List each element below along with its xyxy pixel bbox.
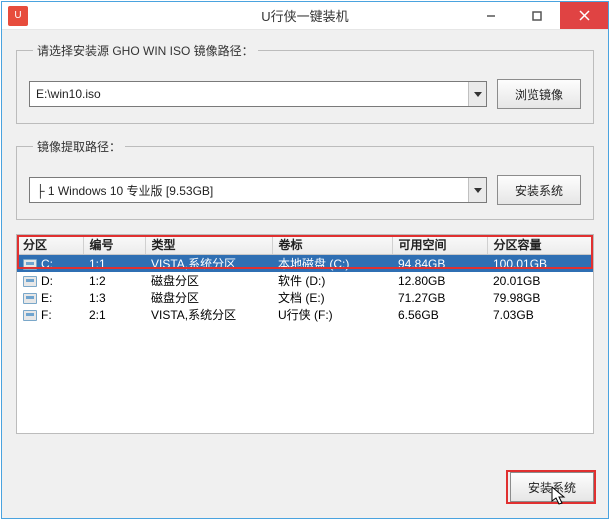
table-cell: D:	[17, 272, 83, 289]
chevron-down-icon	[468, 82, 486, 106]
extract-group: 镜像提取路径： ├ 1 Windows 10 专业版 [9.53GB] 安装系统	[16, 138, 594, 220]
table-cell: 100.01GB	[487, 255, 593, 273]
cell-free: 12.80GB	[398, 274, 445, 288]
cell-capacity: 100.01GB	[493, 257, 547, 271]
partition-table[interactable]: 分区 编号 类型 卷标 可用空间 分区容量 C: 1:1 VISTA,系统分区 本地磁…	[17, 235, 593, 323]
install-system-button-top[interactable]: 安装系统	[497, 175, 581, 205]
cell-label: 文档 (E:)	[278, 291, 325, 305]
table-cell: 71.27GB	[392, 289, 487, 306]
table-row[interactable]: D: 1:2 磁盘分区 软件 (D:) 12.80GB 20.01GB	[17, 272, 593, 289]
minimize-button[interactable]	[468, 2, 514, 29]
table-row[interactable]: C: 1:1 VISTA,系统分区 本地磁盘 (C:) 94.84GB 100.01GB	[17, 255, 593, 273]
table-cell: 1:1	[83, 255, 145, 273]
cell-type: VISTA,系统分区	[151, 257, 236, 271]
cell-type: 磁盘分区	[151, 274, 199, 288]
cell-index: 1:1	[89, 257, 106, 271]
drive-icon	[23, 310, 37, 321]
drive-icon	[23, 259, 37, 270]
table-cell: 软件 (D:)	[272, 272, 392, 289]
app-icon-glyph: U	[14, 10, 21, 21]
install-system-label: 安装系统	[528, 479, 576, 496]
drive-icon	[23, 293, 37, 304]
cell-type: VISTA,系统分区	[151, 308, 236, 322]
col-capacity[interactable]: 分区容量	[487, 235, 593, 255]
source-path-combo[interactable]: E:\win10.iso	[29, 81, 487, 107]
extract-edition-combo[interactable]: ├ 1 Windows 10 专业版 [9.53GB]	[29, 177, 487, 203]
table-cell: 1:3	[83, 289, 145, 306]
install-system-button[interactable]: 安装系统	[510, 472, 594, 502]
col-label[interactable]: 卷标	[272, 235, 392, 255]
cell-type: 磁盘分区	[151, 291, 199, 305]
extract-edition-value: ├ 1 Windows 10 专业版 [9.53GB]	[30, 182, 468, 199]
footer: 安装系统	[510, 472, 594, 502]
col-type[interactable]: 类型	[145, 235, 272, 255]
table-cell: 20.01GB	[487, 272, 593, 289]
browse-image-label: 浏览镜像	[515, 86, 563, 103]
table-cell: VISTA,系统分区	[145, 306, 272, 323]
partition-table-container: 分区 编号 类型 卷标 可用空间 分区容量 C: 1:1 VISTA,系统分区 本地磁…	[16, 234, 594, 434]
cell-label: 本地磁盘 (C:)	[278, 257, 349, 271]
minimize-icon	[486, 11, 496, 21]
table-cell: 1:2	[83, 272, 145, 289]
drive-icon	[23, 276, 37, 287]
maximize-button[interactable]	[514, 2, 560, 29]
cell-free: 71.27GB	[398, 291, 445, 305]
browse-image-button[interactable]: 浏览镜像	[497, 79, 581, 109]
col-partition[interactable]: 分区	[17, 235, 83, 255]
cell-label: 软件 (D:)	[278, 274, 325, 288]
col-free[interactable]: 可用空间	[392, 235, 487, 255]
chevron-down-icon	[468, 178, 486, 202]
table-row[interactable]: E: 1:3 磁盘分区 文档 (E:) 71.27GB 79.98GB	[17, 289, 593, 306]
cell-index: 1:2	[89, 274, 106, 288]
table-cell: 79.98GB	[487, 289, 593, 306]
table-cell: 6.56GB	[392, 306, 487, 323]
table-header-row: 分区 编号 类型 卷标 可用空间 分区容量	[17, 235, 593, 255]
cell-partition: D:	[41, 274, 53, 288]
cell-capacity: 7.03GB	[493, 308, 534, 322]
table-cell: C:	[17, 255, 83, 273]
table-cell: 94.84GB	[392, 255, 487, 273]
table-cell: 磁盘分区	[145, 272, 272, 289]
extract-legend: 镜像提取路径：	[33, 138, 125, 155]
table-cell: 本地磁盘 (C:)	[272, 255, 392, 273]
cell-index: 2:1	[89, 308, 106, 322]
source-path-value: E:\win10.iso	[30, 87, 468, 101]
body: 请选择安装源 GHO WIN ISO 镜像路径： E:\win10.iso 浏览…	[2, 30, 608, 518]
titlebar: U U行侠一键装机	[2, 2, 608, 30]
app-window: U U行侠一键装机 请选择安装源 GHO WIN ISO 镜像路径： E:\wi…	[1, 1, 609, 519]
source-group: 请选择安装源 GHO WIN ISO 镜像路径： E:\win10.iso 浏览…	[16, 42, 594, 124]
cell-partition: C:	[41, 257, 53, 271]
table-cell: 文档 (E:)	[272, 289, 392, 306]
table-cell: U行侠 (F:)	[272, 306, 392, 323]
table-cell: E:	[17, 289, 83, 306]
table-cell: 12.80GB	[392, 272, 487, 289]
install-system-label-top: 安装系统	[515, 182, 563, 199]
cell-free: 94.84GB	[398, 257, 445, 271]
table-cell: 7.03GB	[487, 306, 593, 323]
table-cell: 2:1	[83, 306, 145, 323]
col-index[interactable]: 编号	[83, 235, 145, 255]
cell-partition: F:	[41, 308, 52, 322]
app-icon: U	[8, 6, 28, 26]
table-cell: VISTA,系统分区	[145, 255, 272, 273]
cell-label: U行侠 (F:)	[278, 308, 333, 322]
close-button[interactable]	[560, 2, 608, 29]
cell-free: 6.56GB	[398, 308, 439, 322]
table-cell: 磁盘分区	[145, 289, 272, 306]
table-row[interactable]: F: 2:1 VISTA,系统分区 U行侠 (F:) 6.56GB 7.03GB	[17, 306, 593, 323]
maximize-icon	[532, 11, 542, 21]
table-cell: F:	[17, 306, 83, 323]
cell-capacity: 79.98GB	[493, 291, 540, 305]
window-controls	[468, 2, 608, 29]
source-legend: 请选择安装源 GHO WIN ISO 镜像路径：	[33, 42, 258, 59]
cell-index: 1:3	[89, 291, 106, 305]
close-icon	[579, 10, 590, 21]
cell-partition: E:	[41, 291, 52, 305]
cell-capacity: 20.01GB	[493, 274, 540, 288]
